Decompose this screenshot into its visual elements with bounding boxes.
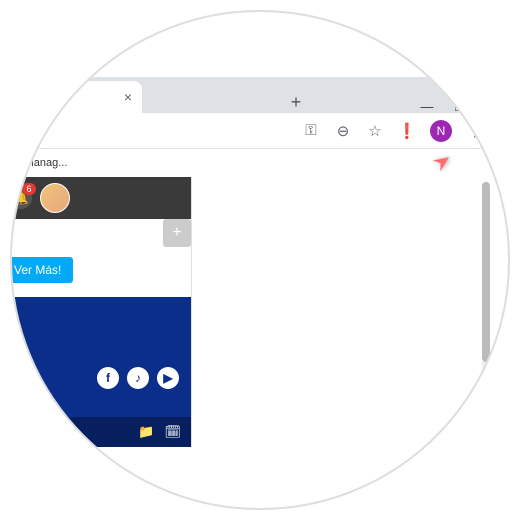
- panel-header: 🔔 6: [10, 177, 191, 219]
- scrollbar-thumb[interactable]: [482, 182, 490, 362]
- window-controls: — □ ×: [406, 99, 510, 113]
- close-window-button[interactable]: ×: [484, 99, 498, 113]
- browser-tab-inactive[interactable]: [142, 81, 282, 113]
- minimize-button[interactable]: —: [420, 99, 434, 113]
- browser-tab-active[interactable]: ome s ×: [10, 81, 142, 113]
- social-links: f ♪ ▶: [97, 367, 179, 389]
- calendar-icon[interactable]: 🗓: [164, 424, 181, 440]
- twitter-icon[interactable]: ♪: [127, 367, 149, 389]
- browser-toolbar: ⚿ ⊖ ☆ ❗ N ⋮: [10, 113, 492, 149]
- side-panel: 🔔 6 + Ver Más! f ♪ ▶ 📁 🗓: [10, 177, 192, 447]
- youtube-icon[interactable]: ▶: [157, 367, 179, 389]
- alert-icon[interactable]: ❗: [398, 122, 416, 140]
- maximize-button[interactable]: □: [452, 99, 466, 113]
- promo-block: f ♪ ▶: [10, 297, 191, 417]
- folder-icon[interactable]: 📁: [138, 424, 154, 440]
- ver-mas-button[interactable]: Ver Más!: [10, 257, 73, 283]
- facebook-icon[interactable]: f: [97, 367, 119, 389]
- user-avatar[interactable]: [40, 183, 70, 213]
- zoom-icon[interactable]: ⊖: [334, 122, 352, 140]
- key-icon[interactable]: ⚿: [302, 122, 320, 140]
- panel-footer: 📁 🗓: [10, 417, 191, 447]
- bookmark-item[interactable]: tlink Manag...: [10, 157, 67, 169]
- tab-title: ome s: [12, 91, 42, 103]
- profile-avatar[interactable]: N: [430, 120, 452, 142]
- notification-badge: 6: [22, 183, 36, 195]
- menu-icon[interactable]: ⋮: [466, 122, 484, 140]
- tab-strip: ome s × + — □ ×: [10, 77, 510, 113]
- notification-bell-icon[interactable]: 🔔 6: [10, 187, 32, 209]
- bookmark-star-icon[interactable]: ☆: [366, 122, 384, 140]
- new-tab-button[interactable]: +: [282, 92, 310, 113]
- scrollbar[interactable]: [482, 182, 490, 412]
- close-tab-icon[interactable]: ×: [124, 89, 132, 105]
- add-item-button[interactable]: +: [163, 219, 191, 247]
